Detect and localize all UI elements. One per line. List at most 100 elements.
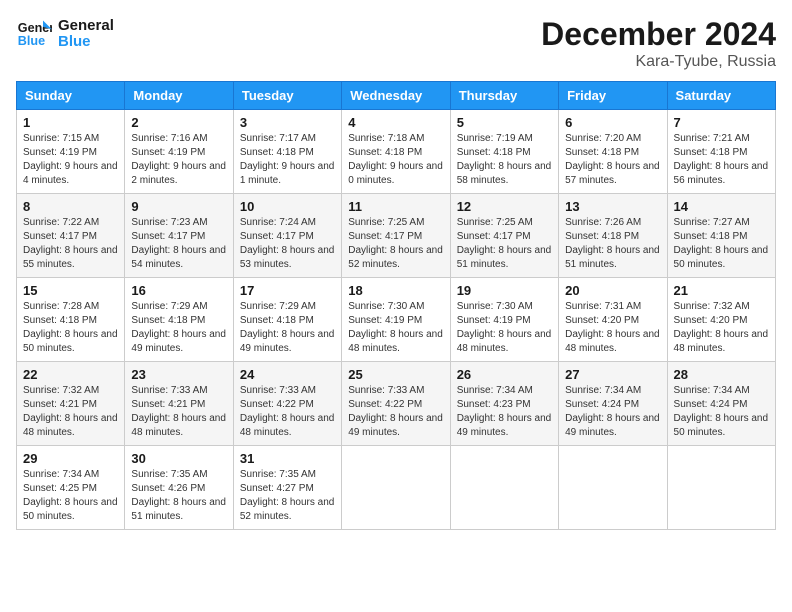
day-number: 1 (23, 115, 118, 130)
day-number: 10 (240, 199, 335, 214)
day-info: Sunrise: 7:22 AMSunset: 4:17 PMDaylight:… (23, 216, 118, 272)
calendar-cell: 28 Sunrise: 7:34 AMSunset: 4:24 PMDayligh… (667, 362, 775, 446)
day-info: Sunrise: 7:34 AMSunset: 4:24 PMDaylight:… (674, 384, 769, 440)
day-info: Sunrise: 7:23 AMSunset: 4:17 PMDaylight:… (131, 216, 226, 272)
calendar-cell: 19 Sunrise: 7:30 AMSunset: 4:19 PMDayligh… (450, 278, 558, 362)
day-info: Sunrise: 7:34 AMSunset: 4:25 PMDaylight:… (23, 468, 118, 524)
weekday-header-tuesday: Tuesday (233, 82, 341, 110)
calendar-cell: 30 Sunrise: 7:35 AMSunset: 4:26 PMDayligh… (125, 446, 233, 530)
day-number: 6 (565, 115, 660, 130)
day-number: 7 (674, 115, 769, 130)
day-info: Sunrise: 7:35 AMSunset: 4:26 PMDaylight:… (131, 468, 226, 524)
calendar-week-row: 22 Sunrise: 7:32 AMSunset: 4:21 PMDayligh… (17, 362, 776, 446)
day-info: Sunrise: 7:26 AMSunset: 4:18 PMDaylight:… (565, 216, 660, 272)
day-number: 14 (674, 199, 769, 214)
weekday-header-wednesday: Wednesday (342, 82, 450, 110)
calendar-cell: 25 Sunrise: 7:33 AMSunset: 4:22 PMDayligh… (342, 362, 450, 446)
day-info: Sunrise: 7:32 AMSunset: 4:21 PMDaylight:… (23, 384, 118, 440)
day-info: Sunrise: 7:31 AMSunset: 4:20 PMDaylight:… (565, 300, 660, 356)
calendar-cell: 1 Sunrise: 7:15 AMSunset: 4:19 PMDaylight… (17, 110, 125, 194)
day-info: Sunrise: 7:15 AMSunset: 4:19 PMDaylight:… (23, 132, 118, 188)
day-number: 12 (457, 199, 552, 214)
day-number: 9 (131, 199, 226, 214)
weekday-header-thursday: Thursday (450, 82, 558, 110)
location-title: Kara-Tyube, Russia (541, 53, 776, 71)
logo: General Blue General Blue (16, 16, 114, 52)
day-info: Sunrise: 7:34 AMSunset: 4:23 PMDaylight:… (457, 384, 552, 440)
weekday-header-friday: Friday (559, 82, 667, 110)
calendar-cell: 11Sunrise: 7:25 AMSunset: 4:17 PMDayligh… (342, 194, 450, 278)
title-area: December 2024 Kara-Tyube, Russia (541, 16, 776, 71)
day-number: 4 (348, 115, 443, 130)
calendar-cell: 18Sunrise: 7:30 AMSunset: 4:19 PMDayligh… (342, 278, 450, 362)
day-info: Sunrise: 7:28 AMSunset: 4:18 PMDaylight:… (23, 300, 118, 356)
calendar-cell: 16 Sunrise: 7:29 AMSunset: 4:18 PMDayligh… (125, 278, 233, 362)
day-info: Sunrise: 7:21 AMSunset: 4:18 PMDaylight:… (674, 132, 769, 188)
calendar-week-row: 1 Sunrise: 7:15 AMSunset: 4:19 PMDaylight… (17, 110, 776, 194)
calendar-cell: 5 Sunrise: 7:19 AMSunset: 4:18 PMDaylight… (450, 110, 558, 194)
logo-text-blue: Blue (58, 34, 114, 51)
day-number: 22 (23, 367, 118, 382)
calendar-cell: 29Sunrise: 7:34 AMSunset: 4:25 PMDayligh… (17, 446, 125, 530)
calendar-cell: 26 Sunrise: 7:34 AMSunset: 4:23 PMDayligh… (450, 362, 558, 446)
day-info: Sunrise: 7:25 AMSunset: 4:17 PMDaylight:… (457, 216, 552, 272)
calendar-cell (559, 446, 667, 530)
calendar-cell: 2Sunrise: 7:16 AMSunset: 4:19 PMDaylight… (125, 110, 233, 194)
calendar-cell: 14Sunrise: 7:27 AMSunset: 4:18 PMDayligh… (667, 194, 775, 278)
day-info: Sunrise: 7:29 AMSunset: 4:18 PMDaylight:… (131, 300, 226, 356)
day-info: Sunrise: 7:33 AMSunset: 4:22 PMDaylight:… (348, 384, 443, 440)
day-number: 16 (131, 283, 226, 298)
day-number: 19 (457, 283, 552, 298)
day-number: 23 (131, 367, 226, 382)
day-number: 25 (348, 367, 443, 382)
day-number: 30 (131, 451, 226, 466)
weekday-header-monday: Monday (125, 82, 233, 110)
day-number: 11 (348, 199, 443, 214)
day-number: 5 (457, 115, 552, 130)
calendar-cell (450, 446, 558, 530)
weekday-header-row: SundayMondayTuesdayWednesdayThursdayFrid… (17, 82, 776, 110)
day-number: 20 (565, 283, 660, 298)
day-number: 13 (565, 199, 660, 214)
logo-icon: General Blue (16, 16, 52, 52)
day-info: Sunrise: 7:35 AMSunset: 4:27 PMDaylight:… (240, 468, 335, 524)
calendar-cell: 24Sunrise: 7:33 AMSunset: 4:22 PMDayligh… (233, 362, 341, 446)
day-number: 27 (565, 367, 660, 382)
day-number: 15 (23, 283, 118, 298)
day-info: Sunrise: 7:16 AMSunset: 4:19 PMDaylight:… (131, 132, 226, 188)
calendar-cell: 22 Sunrise: 7:32 AMSunset: 4:21 PMDayligh… (17, 362, 125, 446)
day-info: Sunrise: 7:34 AMSunset: 4:24 PMDaylight:… (565, 384, 660, 440)
calendar-cell (342, 446, 450, 530)
logo-text-general: General (58, 18, 114, 35)
calendar-cell (667, 446, 775, 530)
day-info: Sunrise: 7:18 AMSunset: 4:18 PMDaylight:… (348, 132, 443, 188)
day-number: 28 (674, 367, 769, 382)
calendar-cell: 21 Sunrise: 7:32 AMSunset: 4:20 PMDayligh… (667, 278, 775, 362)
day-info: Sunrise: 7:20 AMSunset: 4:18 PMDaylight:… (565, 132, 660, 188)
calendar-cell: 9 Sunrise: 7:23 AMSunset: 4:17 PMDaylight… (125, 194, 233, 278)
day-info: Sunrise: 7:30 AMSunset: 4:19 PMDaylight:… (457, 300, 552, 356)
day-info: Sunrise: 7:33 AMSunset: 4:22 PMDaylight:… (240, 384, 335, 440)
calendar-cell: 20 Sunrise: 7:31 AMSunset: 4:20 PMDayligh… (559, 278, 667, 362)
calendar-cell: 8Sunrise: 7:22 AMSunset: 4:17 PMDaylight… (17, 194, 125, 278)
month-title: December 2024 (541, 16, 776, 53)
day-number: 31 (240, 451, 335, 466)
day-info: Sunrise: 7:33 AMSunset: 4:21 PMDaylight:… (131, 384, 226, 440)
day-number: 21 (674, 283, 769, 298)
day-info: Sunrise: 7:30 AMSunset: 4:19 PMDaylight:… (348, 300, 443, 356)
calendar-cell: 13 Sunrise: 7:26 AMSunset: 4:18 PMDayligh… (559, 194, 667, 278)
day-info: Sunrise: 7:19 AMSunset: 4:18 PMDaylight:… (457, 132, 552, 188)
page-header: General Blue General Blue December 2024 … (16, 16, 776, 71)
calendar-cell: 15 Sunrise: 7:28 AMSunset: 4:18 PMDayligh… (17, 278, 125, 362)
calendar-cell: 31 Sunrise: 7:35 AMSunset: 4:27 PMDayligh… (233, 446, 341, 530)
day-number: 17 (240, 283, 335, 298)
svg-text:Blue: Blue (18, 34, 45, 48)
weekday-header-sunday: Sunday (17, 82, 125, 110)
day-number: 26 (457, 367, 552, 382)
weekday-header-saturday: Saturday (667, 82, 775, 110)
calendar-week-row: 8Sunrise: 7:22 AMSunset: 4:17 PMDaylight… (17, 194, 776, 278)
day-info: Sunrise: 7:32 AMSunset: 4:20 PMDaylight:… (674, 300, 769, 356)
day-info: Sunrise: 7:17 AMSunset: 4:18 PMDaylight:… (240, 132, 335, 188)
calendar-cell: 6 Sunrise: 7:20 AMSunset: 4:18 PMDaylight… (559, 110, 667, 194)
calendar-cell: 23 Sunrise: 7:33 AMSunset: 4:21 PMDayligh… (125, 362, 233, 446)
